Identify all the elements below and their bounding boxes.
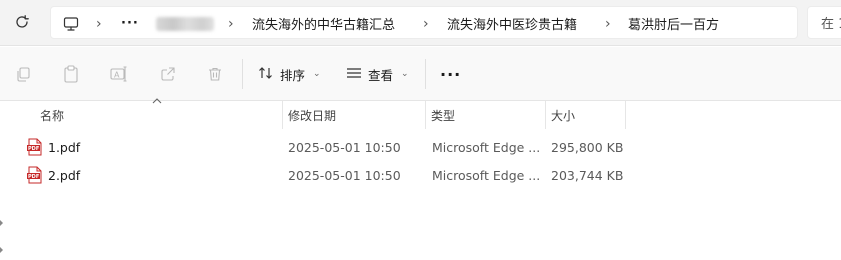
delete-icon[interactable] [204, 63, 226, 85]
this-pc-icon[interactable] [63, 7, 79, 40]
address-bar[interactable]: › ··· › 流失海外的中华古籍汇总 › 流失海外中医珍贵古籍 › 葛洪肘后一… [50, 6, 798, 39]
copy-icon[interactable] [12, 63, 34, 85]
column-divider[interactable] [625, 101, 626, 129]
refresh-icon[interactable] [10, 10, 34, 34]
file-type: Microsoft Edge ... [432, 167, 541, 183]
breadcrumb-chevron-icon[interactable]: › [228, 7, 234, 40]
file-row[interactable]: PDF 1.pdf 2025-05-01 10:50 Microsoft Edg… [20, 134, 640, 160]
breadcrumb-chevron-icon[interactable]: › [605, 7, 611, 40]
column-header-modified[interactable]: 修改日期 [282, 101, 425, 129]
command-bar: A 排序 ⌄ 查看 ⌄ ··· [0, 47, 841, 101]
file-modified: 2025-05-01 10:50 [288, 139, 401, 155]
list-view-icon [346, 67, 362, 82]
sort-button[interactable]: 排序 ⌄ [258, 60, 321, 88]
breadcrumb-item-2[interactable]: 流失海外中医珍贵古籍 [447, 7, 577, 40]
svg-text:PDF: PDF [28, 146, 39, 152]
pdf-file-icon: PDF [27, 166, 42, 184]
blurred-text [156, 16, 214, 31]
breadcrumb-blurred-segment[interactable] [156, 7, 214, 40]
file-modified: 2025-05-01 10:50 [288, 167, 401, 183]
toolbar-divider [242, 59, 243, 89]
nav-expand-chevron-icon[interactable] [0, 241, 4, 253]
file-name: 1.pdf [48, 139, 81, 155]
file-name: 2.pdf [48, 167, 81, 183]
column-header-name[interactable]: 名称 [34, 101, 282, 129]
file-name-cell: PDF 1.pdf [26, 134, 80, 160]
breadcrumb-chevron-icon[interactable]: › [423, 7, 429, 40]
chevron-down-icon: ⌄ [313, 69, 321, 79]
column-header-type[interactable]: 类型 [425, 101, 545, 129]
sort-icon [258, 66, 274, 83]
breadcrumb-item-current[interactable]: 葛洪肘后一百方 [628, 7, 719, 40]
file-name-cell: PDF 2.pdf [26, 162, 80, 188]
breadcrumb-chevron-icon[interactable]: › [96, 7, 102, 40]
column-header-size[interactable]: 大小 [545, 101, 625, 129]
view-button[interactable]: 查看 ⌄ [346, 60, 409, 88]
file-row[interactable]: PDF 2.pdf 2025-05-01 10:50 Microsoft Edg… [20, 162, 640, 188]
search-input[interactable]: 在 1 [807, 6, 841, 39]
sort-label: 排序 [280, 67, 306, 83]
svg-text:PDF: PDF [28, 174, 39, 180]
breadcrumb-overflow-button[interactable]: ··· [121, 7, 139, 40]
file-size: 203,744 KB [551, 167, 624, 183]
nav-expand-chevron-icon[interactable] [0, 214, 4, 226]
svg-text:A: A [114, 71, 120, 80]
pdf-file-icon: PDF [27, 138, 42, 156]
address-bar-row: › ··· › 流失海外的中华古籍汇总 › 流失海外中医珍贵古籍 › 葛洪肘后一… [0, 0, 841, 46]
paste-icon[interactable] [60, 63, 82, 85]
view-label: 查看 [368, 67, 394, 83]
more-options-button[interactable]: ··· [440, 60, 461, 88]
chevron-down-icon: ⌄ [401, 69, 409, 79]
breadcrumb-item-1[interactable]: 流失海外的中华古籍汇总 [252, 7, 395, 40]
share-icon[interactable] [157, 63, 179, 85]
file-size: 295,800 KB [551, 139, 624, 155]
file-type: Microsoft Edge ... [432, 139, 541, 155]
rename-icon[interactable]: A [108, 63, 130, 85]
toolbar-divider [425, 59, 426, 89]
